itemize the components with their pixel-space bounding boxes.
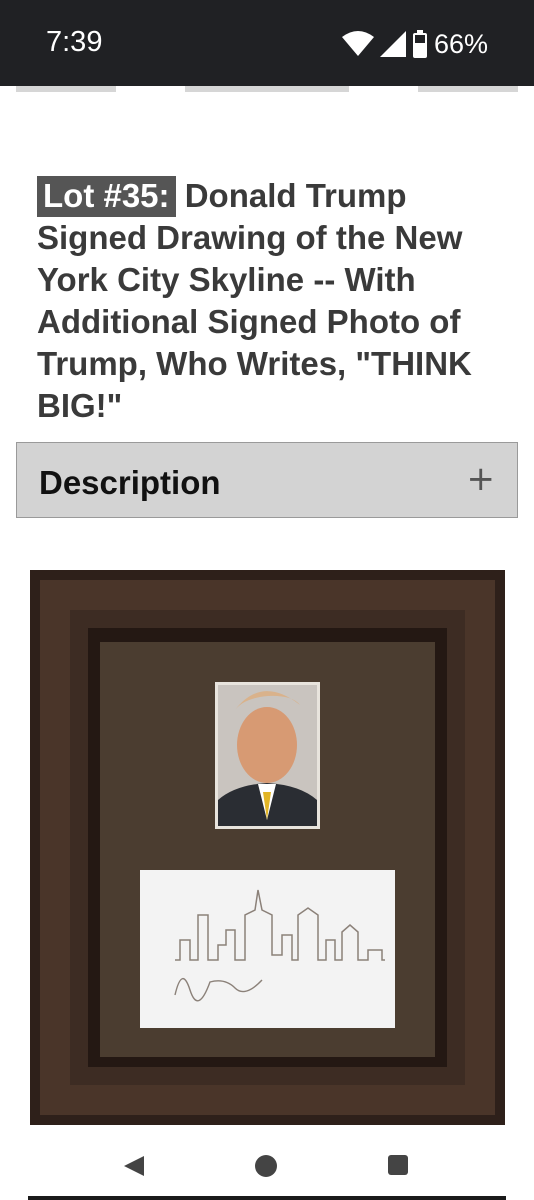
signed-skyline-drawing xyxy=(140,870,395,1028)
lot-number-badge: Lot #35: xyxy=(37,176,176,217)
system-nav-bar xyxy=(0,1130,534,1200)
status-bar: 7:39 66% xyxy=(0,0,534,86)
description-accordion[interactable]: Description + xyxy=(16,442,518,518)
status-icons: 66% xyxy=(341,26,488,62)
back-icon[interactable] xyxy=(122,1154,146,1178)
tab-stub[interactable] xyxy=(16,86,116,92)
tab-strip xyxy=(0,86,534,94)
cell-signal-icon xyxy=(379,31,406,57)
clock: 7:39 xyxy=(46,26,103,58)
wifi-icon xyxy=(341,31,374,56)
accordion-label: Description xyxy=(39,464,221,501)
signed-photo xyxy=(215,682,320,829)
lot-title: Lot #35: Donald Trump Signed Drawing of … xyxy=(37,175,507,427)
tab-stub[interactable] xyxy=(418,86,518,92)
tab-stub[interactable] xyxy=(185,86,349,92)
plus-icon[interactable]: + xyxy=(467,459,496,499)
content-bottom-edge xyxy=(28,1196,506,1200)
battery-icon xyxy=(412,30,427,58)
recents-icon[interactable] xyxy=(387,1154,409,1176)
lot-image[interactable] xyxy=(30,570,505,1125)
home-icon[interactable] xyxy=(254,1154,278,1178)
battery-percentage: 66% xyxy=(433,28,488,59)
